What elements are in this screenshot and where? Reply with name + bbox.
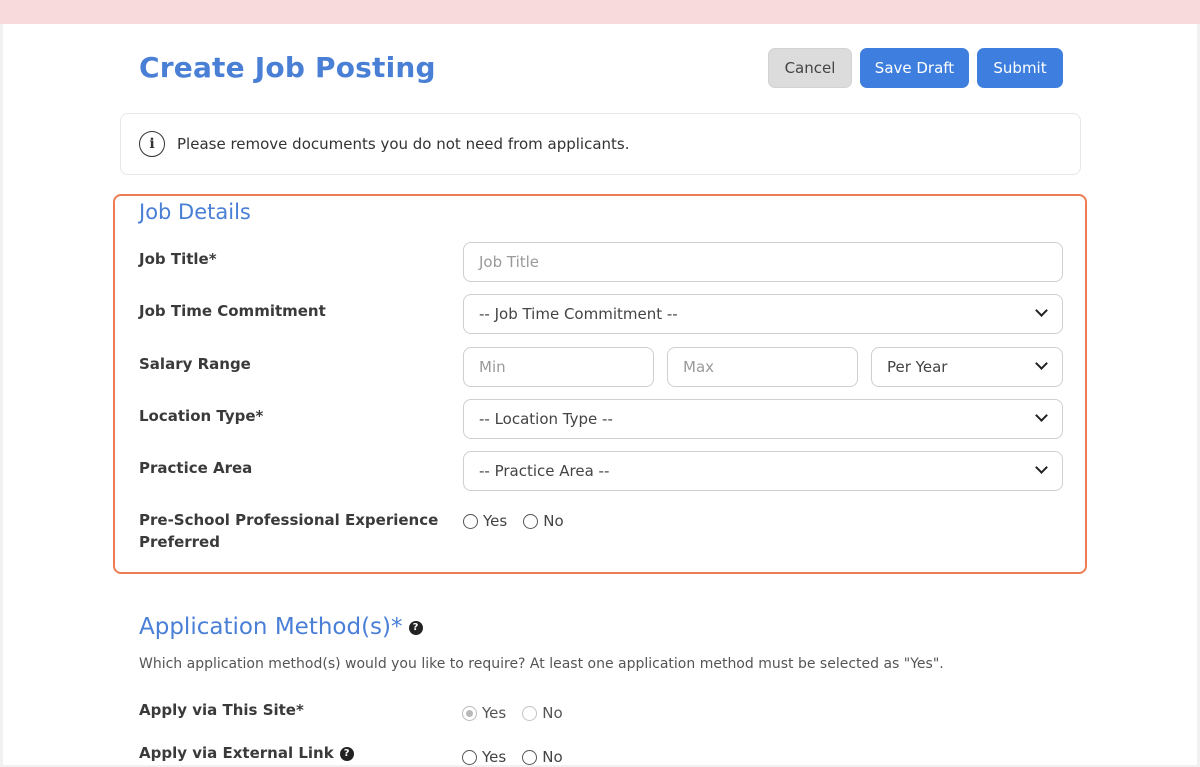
apply-external-yes-option[interactable]: Yes bbox=[462, 748, 506, 765]
radio-label: No bbox=[542, 748, 563, 765]
salary-max-input[interactable]: Max bbox=[667, 347, 858, 387]
top-banner-strip bbox=[0, 0, 1200, 24]
chevron-down-icon bbox=[1035, 409, 1048, 422]
chevron-down-icon bbox=[1035, 357, 1048, 370]
cancel-button[interactable]: Cancel bbox=[768, 48, 852, 88]
notice-text: Please remove documents you do not need … bbox=[177, 135, 630, 153]
salary-range-label: Salary Range bbox=[139, 355, 251, 373]
apply-external-label-text: Apply via External Link bbox=[139, 744, 334, 762]
time-commitment-value: -- Job Time Commitment -- bbox=[479, 305, 678, 323]
job-title-label: Job Title* bbox=[139, 250, 217, 268]
practice-area-value: -- Practice Area -- bbox=[479, 462, 610, 480]
info-icon: i bbox=[139, 131, 165, 157]
location-type-value: -- Location Type -- bbox=[479, 410, 613, 428]
job-posting-form-card: Create Job Posting Cancel Save Draft Sub… bbox=[3, 24, 1197, 765]
job-title-input[interactable]: Job Title bbox=[463, 242, 1063, 282]
radio-button-selected bbox=[462, 705, 477, 721]
application-methods-title: Application Method(s)*? bbox=[139, 614, 423, 640]
page-title: Create Job Posting bbox=[139, 51, 436, 84]
apply-site-radio-group: Yes No bbox=[462, 704, 579, 722]
location-type-select[interactable]: -- Location Type -- bbox=[463, 399, 1063, 439]
question-circle-icon[interactable]: ? bbox=[339, 746, 354, 761]
practice-area-select[interactable]: -- Practice Area -- bbox=[463, 451, 1063, 491]
preschool-experience-label: Pre-School Professional Experience Prefe… bbox=[139, 511, 439, 551]
save-draft-button[interactable]: Save Draft bbox=[860, 48, 969, 88]
apply-external-label: Apply via External Link? bbox=[139, 742, 354, 764]
radio-label: Yes bbox=[483, 512, 508, 530]
practice-area-label: Practice Area bbox=[139, 459, 253, 477]
salary-period-select[interactable]: Per Year bbox=[871, 347, 1063, 387]
location-type-label: Location Type* bbox=[139, 407, 264, 425]
job-title-placeholder: Job Title bbox=[479, 253, 540, 271]
job-details-title: Job Details bbox=[139, 200, 251, 224]
radio-button[interactable] bbox=[463, 513, 478, 529]
apply-site-label: Apply via This Site* bbox=[139, 701, 304, 719]
chevron-down-icon bbox=[1035, 304, 1048, 317]
salary-min-placeholder: Min bbox=[479, 358, 506, 376]
radio-button[interactable] bbox=[462, 749, 477, 765]
radio-label: Yes bbox=[482, 748, 507, 765]
documents-notice: i Please remove documents you do not nee… bbox=[120, 113, 1081, 175]
time-commitment-select[interactable]: -- Job Time Commitment -- bbox=[463, 294, 1063, 334]
radio-button[interactable] bbox=[522, 749, 538, 765]
submit-button[interactable]: Submit bbox=[977, 48, 1063, 88]
preschool-yes-option[interactable]: Yes bbox=[463, 512, 507, 530]
question-circle-icon[interactable]: ? bbox=[408, 620, 423, 635]
application-methods-title-text: Application Method(s)* bbox=[139, 614, 403, 640]
preschool-experience-radio-group: Yes No bbox=[463, 512, 580, 530]
radio-label: No bbox=[543, 512, 564, 530]
apply-site-no-option: No bbox=[522, 704, 563, 722]
job-details-section: Job Details Job Title* Job Title Job Tim… bbox=[113, 194, 1087, 574]
salary-period-value: Per Year bbox=[887, 358, 948, 376]
time-commitment-label: Job Time Commitment bbox=[139, 302, 326, 320]
chevron-down-icon bbox=[1035, 461, 1048, 474]
apply-external-no-option[interactable]: No bbox=[522, 748, 563, 765]
radio-label: Yes bbox=[482, 704, 507, 722]
apply-external-radio-group: Yes No bbox=[462, 748, 579, 765]
salary-max-placeholder: Max bbox=[683, 358, 715, 376]
radio-label: No bbox=[542, 704, 563, 722]
salary-min-input[interactable]: Min bbox=[463, 347, 654, 387]
radio-button bbox=[522, 705, 538, 721]
radio-button[interactable] bbox=[523, 513, 539, 529]
apply-site-yes-option: Yes bbox=[462, 704, 506, 722]
preschool-no-option[interactable]: No bbox=[523, 512, 564, 530]
application-methods-help: Which application method(s) would you li… bbox=[139, 656, 944, 672]
